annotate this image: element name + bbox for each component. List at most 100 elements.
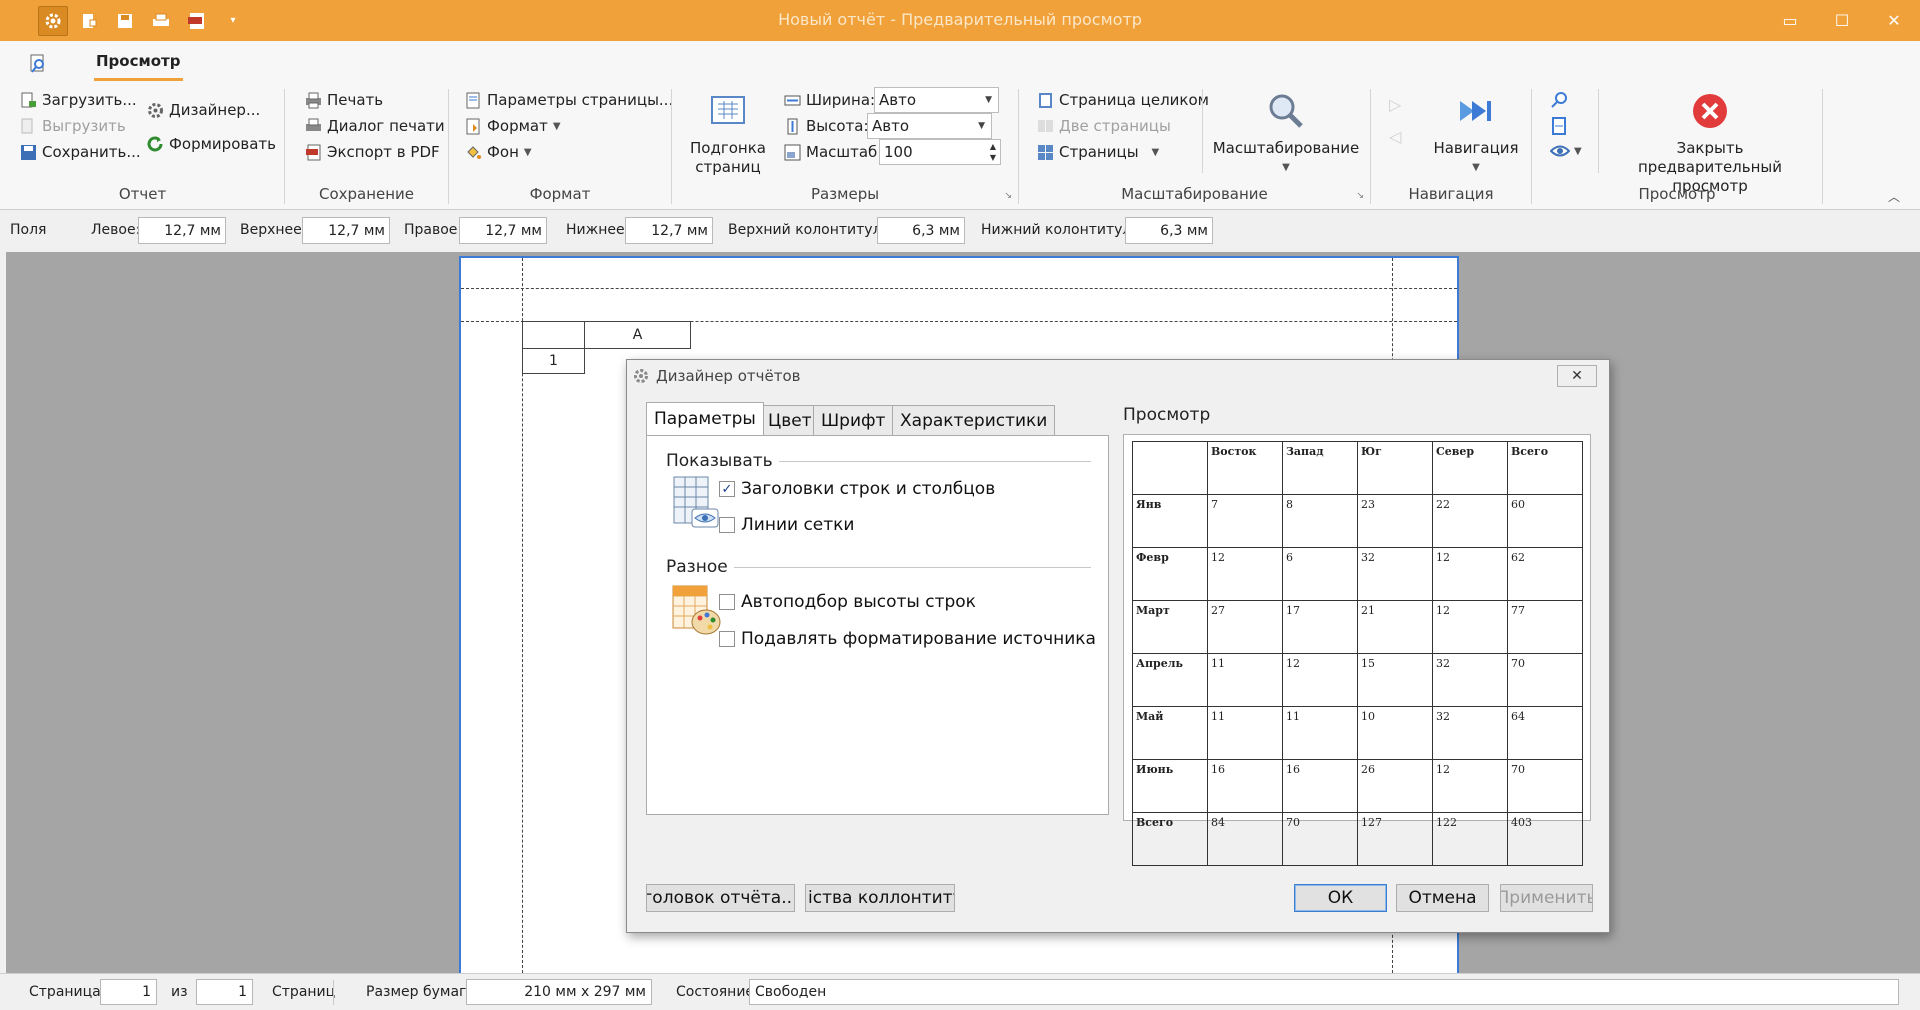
export-pdf-button[interactable]: Экспорт в PDF bbox=[305, 143, 440, 161]
last-page-icon bbox=[1460, 101, 1491, 121]
view-options-dropdown[interactable]: ▼ bbox=[1550, 143, 1582, 159]
load-icon[interactable] bbox=[74, 6, 104, 36]
unload-icon bbox=[20, 118, 37, 135]
show-headers-checkbox[interactable]: ✓ Заголовки строк и столбцов bbox=[719, 479, 995, 499]
chevron-down-icon: ▼ bbox=[1151, 146, 1160, 158]
whole-page-button[interactable]: Страница целиком bbox=[1037, 91, 1209, 109]
navigation-button[interactable]: Навигация ▼ bbox=[1426, 91, 1526, 177]
report-header-button[interactable]: аголовок отчёта.. bbox=[646, 884, 795, 912]
gear-icon bbox=[147, 102, 164, 119]
title-bar: ▾ Новый отчёт - Предварительный просмотр… bbox=[0, 0, 1920, 41]
preview-cell: 12 bbox=[1432, 547, 1508, 601]
dialog-launcher-icon[interactable]: ↘ bbox=[1356, 191, 1364, 201]
preview-column-header: Север bbox=[1432, 441, 1508, 495]
two-pages-label: Две страницы bbox=[1059, 117, 1171, 135]
previous-page-icon[interactable]: ◁ bbox=[1389, 127, 1401, 146]
page-params-button[interactable]: Параметры страницы... bbox=[465, 91, 673, 109]
tab-color[interactable]: Цвет bbox=[760, 405, 820, 435]
close-red-icon bbox=[1693, 94, 1727, 128]
height-combo[interactable]: Авто ▼ bbox=[867, 113, 992, 139]
tab-font[interactable]: Шрифт bbox=[813, 405, 894, 435]
margins-title: Поля bbox=[10, 222, 47, 238]
maximize-icon[interactable]: ☐ bbox=[1816, 0, 1868, 41]
print-button[interactable]: Печать bbox=[305, 91, 383, 109]
format-dropdown[interactable]: Формат ▼ bbox=[465, 117, 561, 135]
paper-size-label: Размер бумаги bbox=[366, 984, 476, 1000]
preview-cell: 32 bbox=[1432, 706, 1508, 760]
save-icon[interactable] bbox=[110, 6, 140, 36]
width-label-row: Ширина: bbox=[784, 91, 875, 109]
width-combo[interactable]: Авто ▼ bbox=[874, 87, 999, 113]
next-page-icon[interactable]: ▷ bbox=[1389, 95, 1401, 114]
header-margin-field[interactable]: 6,3 мм bbox=[877, 217, 965, 244]
sheet-row-header: 1 bbox=[522, 348, 585, 374]
apply-button[interactable]: Применить bbox=[1500, 884, 1593, 912]
header-margin-label: Верхний колонтитул: bbox=[728, 222, 887, 238]
ribbon-inner-separator bbox=[1598, 89, 1599, 173]
two-pages-button[interactable]: Две страницы bbox=[1037, 117, 1171, 135]
left-margin-field[interactable]: 12,7 мм bbox=[138, 217, 226, 244]
preview-cell: 32 bbox=[1432, 653, 1508, 707]
preview-row-header: Апрель bbox=[1132, 653, 1208, 707]
bottom-margin-field[interactable]: 12,7 мм bbox=[625, 217, 713, 244]
scale-spinner[interactable]: 100 ▲ ▼ bbox=[879, 139, 1001, 165]
preview-column-header: Юг bbox=[1357, 441, 1433, 495]
margins-bar: Поля Левое: 12,7 мм Верхнее: 12,7 мм Пра… bbox=[0, 210, 1920, 252]
dialog-close-button[interactable]: ✕ bbox=[1557, 365, 1597, 387]
eye-icon bbox=[1550, 145, 1570, 157]
tab-characteristics[interactable]: Характеристики bbox=[892, 405, 1056, 435]
top-margin-field[interactable]: 12,7 мм bbox=[302, 217, 390, 244]
generate-button[interactable]: Формировать bbox=[147, 135, 276, 153]
settings-icon[interactable] bbox=[38, 5, 68, 36]
zoom-in-icon[interactable] bbox=[1550, 91, 1568, 113]
of-label: из bbox=[171, 984, 188, 1000]
load-button[interactable]: Загрузить... bbox=[20, 91, 137, 109]
parameters-panel: Показывать ✓ Заголовки строк и столбцов … bbox=[646, 435, 1109, 815]
suppress-format-checkbox[interactable]: Подавлять форматирование источника bbox=[719, 629, 1096, 649]
dialog-launcher-icon[interactable]: ↘ bbox=[1004, 191, 1012, 201]
close-preview-button[interactable]: Закрыть предварительный просмотр bbox=[1604, 91, 1816, 196]
autofit-rows-checkbox[interactable]: Автоподбор высоты строк bbox=[719, 592, 976, 612]
close-icon[interactable]: ✕ bbox=[1868, 0, 1920, 41]
fit-pages-button[interactable]: Подгонка страниц bbox=[690, 91, 766, 177]
zooming-button[interactable]: Масштабирование ▼ bbox=[1213, 91, 1359, 177]
refresh-icon bbox=[147, 135, 164, 153]
collapse-ribbon-icon[interactable]: ︿ bbox=[1888, 188, 1900, 205]
footer-margin-field[interactable]: 6,3 мм bbox=[1125, 217, 1213, 244]
format-icon bbox=[465, 118, 482, 135]
designer-button[interactable]: Дизайнер... bbox=[147, 101, 260, 119]
footer-properties-button[interactable]: іства коллонтитул bbox=[805, 884, 955, 912]
group-saving: Печать Диалог печати Экспорт в PDF Сохра… bbox=[285, 81, 448, 209]
preview-cell: 17 bbox=[1282, 600, 1358, 654]
restore-ribbon-icon[interactable]: ▭ bbox=[1764, 0, 1816, 41]
tab-parameters[interactable]: Параметры bbox=[646, 402, 764, 435]
ok-button[interactable]: ОК bbox=[1294, 884, 1387, 912]
preview-table-row: Янв 7 8 23 22 60 bbox=[1132, 494, 1583, 548]
gridlines-checkbox[interactable]: Линии сетки bbox=[719, 515, 854, 535]
suppress-format-label: Подавлять форматирование источника bbox=[741, 629, 1096, 649]
tab-preview[interactable]: Просмотр bbox=[94, 52, 183, 81]
pages-dropdown[interactable]: Страницы ▼ bbox=[1037, 143, 1159, 161]
spin-arrows-icon[interactable]: ▲ ▼ bbox=[990, 141, 996, 163]
preview-cell: 84 bbox=[1207, 812, 1283, 866]
background-dropdown[interactable]: Фон ▼ bbox=[465, 143, 532, 161]
print-icon[interactable] bbox=[146, 6, 176, 36]
unload-button[interactable]: Выгрузить bbox=[20, 117, 126, 135]
preview-cell: 12 bbox=[1432, 600, 1508, 654]
save-report-button[interactable]: Сохранить... bbox=[20, 143, 141, 161]
pdf-icon[interactable] bbox=[182, 6, 212, 36]
width-value: Авто bbox=[879, 91, 917, 109]
preview-column-header bbox=[1132, 441, 1208, 495]
customize-qat-icon[interactable]: ▾ bbox=[218, 6, 248, 36]
page-view-icon[interactable] bbox=[1550, 117, 1568, 139]
preview-cell: 7 bbox=[1207, 494, 1283, 548]
cancel-button[interactable]: Отмена bbox=[1396, 884, 1489, 912]
page-number-field[interactable]: 1 bbox=[100, 979, 157, 1005]
file-menu-button[interactable] bbox=[20, 47, 56, 81]
preview-row-header: Всего bbox=[1132, 812, 1208, 866]
print-dialog-button[interactable]: Диалог печати bbox=[305, 117, 445, 135]
preview-cell: 70 bbox=[1507, 653, 1583, 707]
width-label: Ширина: bbox=[806, 91, 876, 109]
right-margin-field[interactable]: 12,7 мм bbox=[459, 217, 547, 244]
group-navigation: ▷ ◁ Навигация ▼ Навигация bbox=[1371, 81, 1531, 209]
